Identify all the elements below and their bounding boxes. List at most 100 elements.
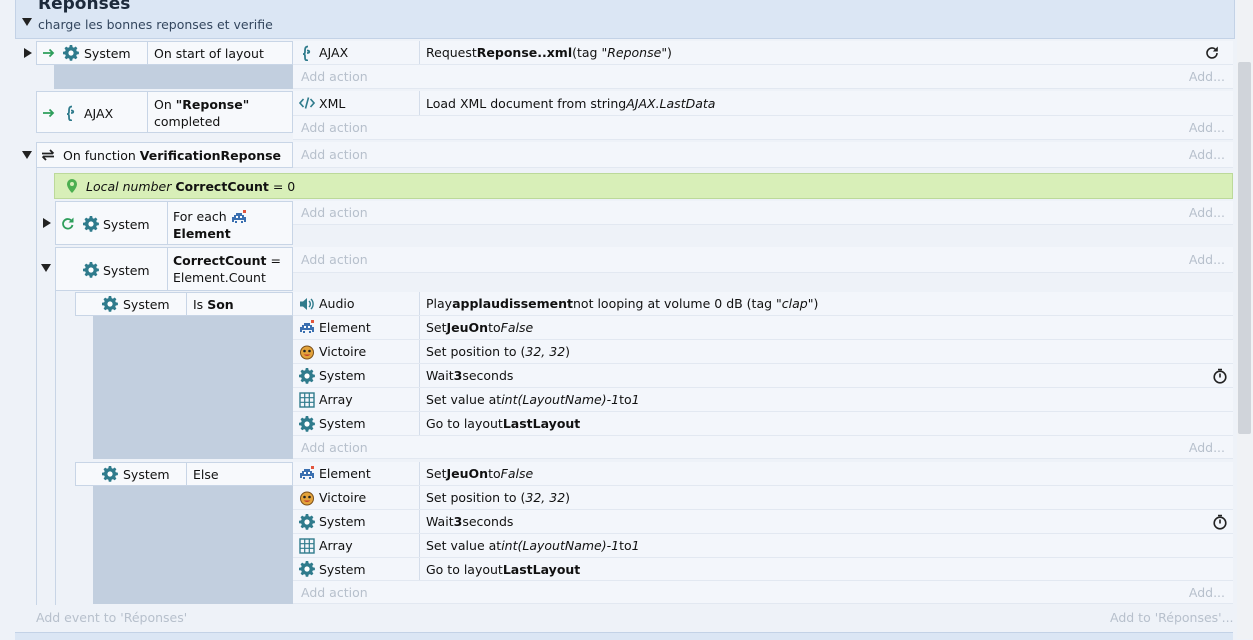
action-object: System <box>319 514 366 529</box>
add-action-link[interactable]: Add action <box>301 120 368 135</box>
function-header-row[interactable]: On function VerificationReponse <box>36 142 293 168</box>
action-row[interactable]: System Go to layout LastLayout <box>293 412 1233 436</box>
add-event-link[interactable]: Add event to 'Réponses' <box>36 610 187 625</box>
ajax-icon <box>63 105 79 121</box>
trigger-arrow-icon <box>41 105 57 121</box>
ajax-icon <box>299 45 315 61</box>
add-more-link[interactable]: Add... <box>1189 205 1225 220</box>
add-more-link[interactable]: Add... <box>1189 147 1225 162</box>
event2-add-action-row[interactable]: Add action Add... <box>293 116 1233 140</box>
gear-icon <box>83 216 99 232</box>
action-row[interactable]: Array Set value at int(LayoutName)-1 to … <box>293 388 1233 412</box>
add-action-link[interactable]: Add action <box>301 147 368 162</box>
divider <box>167 202 168 244</box>
event7-add-action-row[interactable]: Add action Add... <box>293 581 1233 604</box>
action-text: Wait 3 seconds <box>419 364 513 387</box>
sprite-icon <box>299 466 315 482</box>
vertical-scrollbar[interactable] <box>1237 0 1253 639</box>
action-row[interactable]: Element Set JeuOn to False <box>293 462 1233 486</box>
action-object: Victoire <box>319 344 367 359</box>
action-row[interactable]: Victoire Set position to (32, 32) <box>293 486 1233 510</box>
action-text: Set position to (32, 32) <box>419 340 570 363</box>
add-more-link[interactable]: Add... <box>1189 440 1225 455</box>
action-row[interactable]: Element Set JeuOn to False <box>293 316 1233 340</box>
action-text: Wait 3 seconds <box>419 510 513 533</box>
action-object: Element <box>319 320 371 335</box>
add-action-link[interactable]: Add action <box>301 252 368 267</box>
group-collapse-toggle[interactable] <box>22 18 32 26</box>
gear-icon <box>299 514 315 530</box>
divider <box>147 42 148 64</box>
action-object: Victoire <box>319 490 367 505</box>
event2-action-row[interactable]: XML Load XML document from string AJAX.L… <box>293 91 1233 116</box>
add-action-link[interactable]: Add action <box>301 205 368 220</box>
event4-expand-toggle[interactable] <box>43 218 51 228</box>
action-object: Element <box>319 466 371 481</box>
gear-icon <box>83 262 99 278</box>
gear-icon <box>102 466 118 482</box>
condition-text: Is Son <box>193 297 234 312</box>
action-row[interactable]: Victoire Set position to (32, 32) <box>293 340 1233 364</box>
action-text: Play applaudissement not looping at volu… <box>419 292 818 315</box>
add-action-link[interactable]: Add action <box>301 585 368 600</box>
gear-icon <box>63 45 79 61</box>
event1-action-row[interactable]: AJAX Request Reponse..xml (tag " Reponse "… <box>293 41 1233 65</box>
action-row[interactable]: System Go to layout LastLayout <box>293 558 1233 581</box>
event4-condition-row[interactable]: System For each Element <box>55 201 293 245</box>
action-object: AJAX <box>319 45 349 60</box>
pin-icon <box>64 178 80 194</box>
action-text: Load XML document from string AJAX.LastD… <box>419 91 715 115</box>
action-text: Set JeuOn to False <box>419 462 533 485</box>
event5-condition-row[interactable]: System CorrectCount = Element.Count <box>55 247 293 291</box>
event1-strip <box>54 65 293 89</box>
event5-collapse-toggle[interactable] <box>41 264 51 272</box>
condition-object: AJAX <box>84 106 114 121</box>
event1-add-action-row[interactable]: Add action Add... <box>293 65 1233 89</box>
event3-collapse-toggle[interactable] <box>22 151 32 159</box>
add-action-link[interactable]: Add action <box>301 69 368 84</box>
function-add-action-row[interactable]: Add action Add... <box>293 142 1233 168</box>
condition-text-line2: completed <box>154 114 221 129</box>
event6-strip <box>93 316 293 459</box>
add-more-link[interactable]: Add... <box>1189 585 1225 600</box>
refresh-icon <box>1204 45 1220 61</box>
gear-icon <box>299 368 315 384</box>
action-row[interactable]: Audio Play applaudissement not looping a… <box>293 292 1233 316</box>
event1-condition-row[interactable]: System On start of layout <box>36 41 293 65</box>
group-title: Reponses <box>38 0 131 14</box>
local-variable-text: Local number CorrectCount = 0 <box>86 179 296 194</box>
grid-icon <box>299 392 315 408</box>
gear-icon <box>299 416 315 432</box>
condition-object: System <box>123 297 170 312</box>
loop-icon <box>60 216 76 232</box>
action-row[interactable]: System Wait 3 seconds <box>293 364 1233 388</box>
event4-add-action-row[interactable]: Add action Add... <box>293 201 1233 225</box>
event1-expand-toggle[interactable] <box>24 48 32 58</box>
local-variable-row[interactable]: Local number CorrectCount = 0 <box>54 173 1233 199</box>
condition-text-line2: Element.Count <box>173 270 266 285</box>
event5-add-action-row[interactable]: Add action Add... <box>293 247 1233 273</box>
trigger-arrow-icon <box>41 45 57 61</box>
condition-text: On "Reponse" <box>154 97 250 112</box>
action-text: Set value at int(LayoutName)-1 to 1 <box>419 534 640 557</box>
event2-condition-row[interactable]: AJAX On "Reponse" completed <box>36 91 293 133</box>
action-object: System <box>319 561 366 577</box>
event7-condition-row[interactable]: System Else <box>75 462 293 486</box>
action-row[interactable]: Array Set value at int(LayoutName)-1 to … <box>293 534 1233 558</box>
condition-text: Else <box>193 467 219 482</box>
action-row[interactable]: System Wait 3 seconds <box>293 510 1233 534</box>
group-description: charge les bonnes reponses et verifie <box>38 17 273 32</box>
add-more-link[interactable]: Add... <box>1189 252 1225 267</box>
scrollbar-thumb[interactable] <box>1238 62 1251 434</box>
add-more-link[interactable]: Add... <box>1189 120 1225 135</box>
add-more-link[interactable]: Add... <box>1189 69 1225 84</box>
event6-condition-row[interactable]: System Is Son <box>75 292 293 316</box>
add-action-link[interactable]: Add action <box>301 440 368 455</box>
gear-icon <box>102 296 118 312</box>
condition-object: System <box>123 467 170 482</box>
code-icon <box>299 95 315 111</box>
gear-icon <box>299 561 315 577</box>
stopwatch-icon <box>1212 368 1228 384</box>
event6-add-action-row[interactable]: Add action Add... <box>293 436 1233 459</box>
add-to-group-link[interactable]: Add to 'Réponses'... <box>1110 610 1234 625</box>
